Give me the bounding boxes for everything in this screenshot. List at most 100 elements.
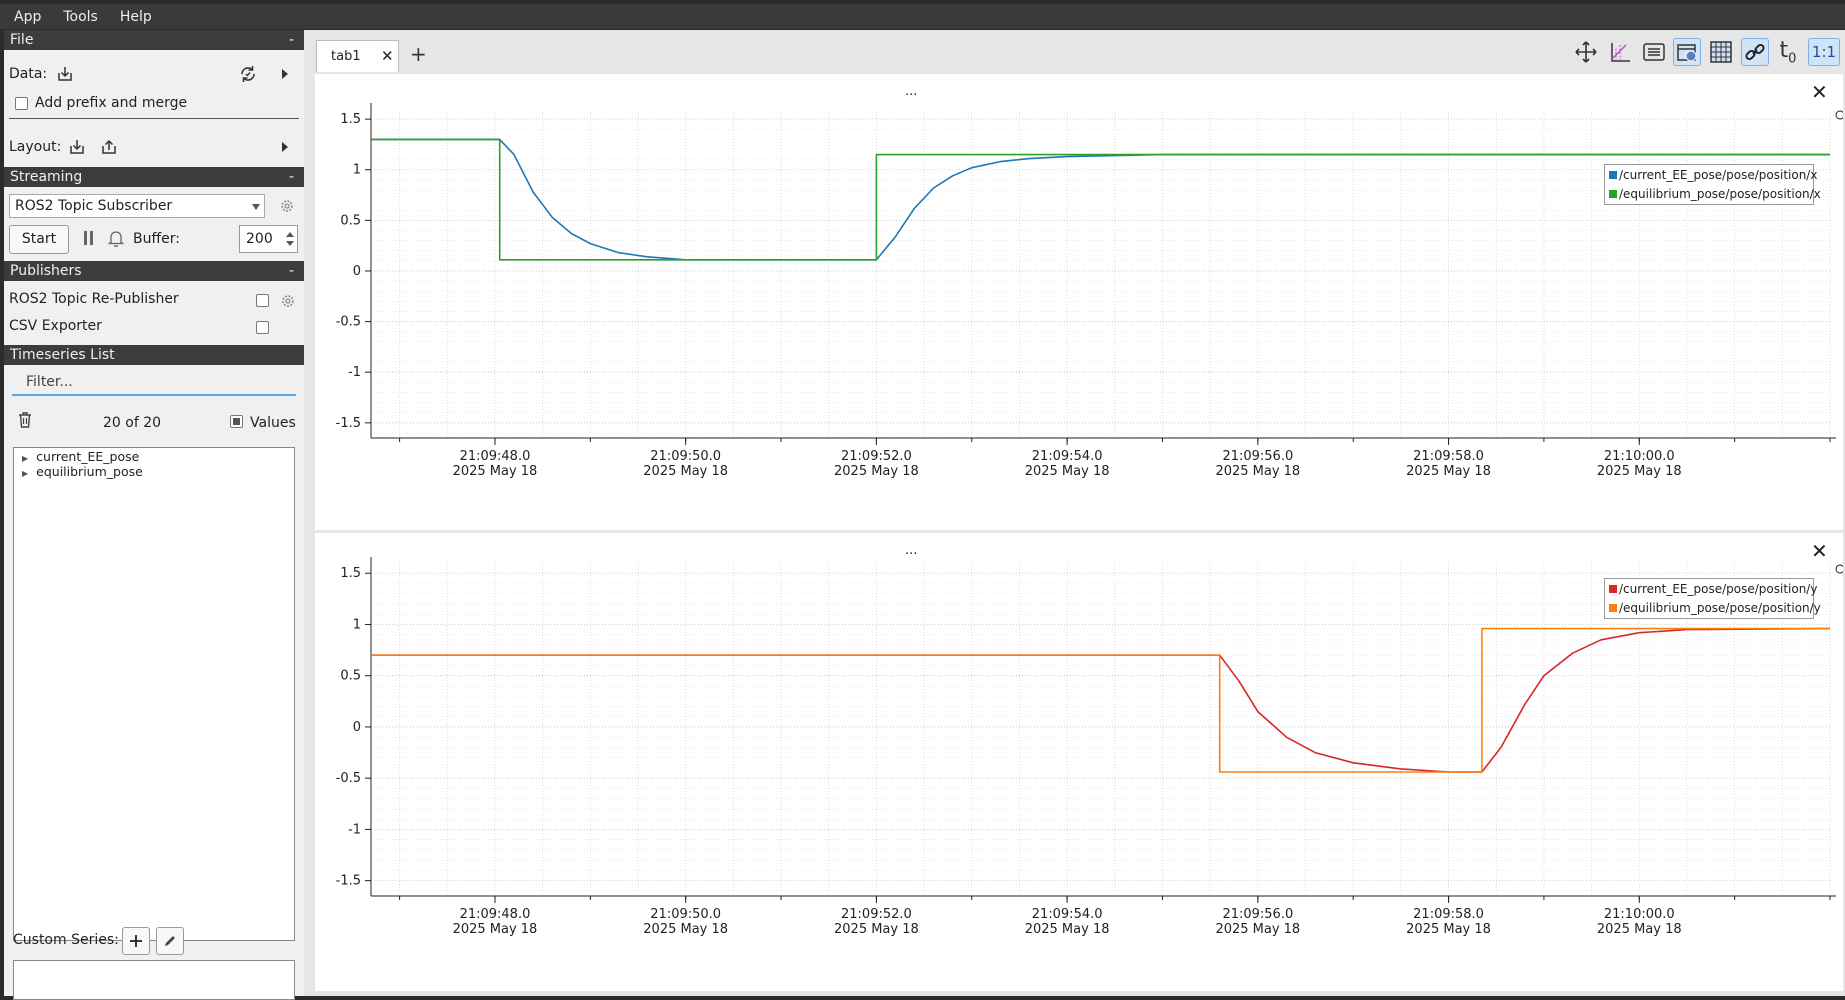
y-tick-label: 1.5 [340, 112, 361, 127]
x-tick-label: 21:09:48.0 [460, 449, 531, 464]
add-prefix-checkbox[interactable] [15, 97, 28, 110]
menu-app[interactable]: App [0, 9, 49, 25]
x-tick-date-label: 2025 May 18 [1406, 922, 1491, 937]
x-tick-date-label: 2025 May 18 [834, 922, 919, 937]
publishers-section-title: Publishers [10, 263, 82, 279]
edit-custom-series-button[interactable] [156, 927, 184, 955]
legend-icon[interactable] [1640, 38, 1668, 66]
values-checkbox[interactable] [230, 415, 243, 428]
filter-input[interactable]: Filter... [12, 368, 296, 396]
collapse-icon[interactable]: - [289, 261, 294, 281]
pencil-icon [165, 936, 175, 946]
start-button[interactable]: Start [9, 225, 69, 254]
tab-label: tab1 [331, 49, 361, 64]
publishers-section-header[interactable]: Publishers - [4, 261, 304, 281]
gear-icon[interactable] [276, 195, 298, 217]
chevron-down-icon [252, 204, 260, 210]
ratio-1-1-icon[interactable]: 1:1 [1808, 38, 1840, 66]
legend-swatch [1609, 585, 1617, 593]
timeseries-section-header: Timeseries List [4, 345, 304, 365]
axis-ratio-icon[interactable] [1606, 38, 1634, 66]
republisher-checkbox[interactable] [256, 294, 269, 307]
x-tick-date-label: 2025 May 18 [1215, 464, 1300, 479]
x-tick-date-label: 2025 May 18 [643, 464, 728, 479]
plot-panel-1[interactable]: ... ✕ 1.5 1 0.5 0 -0.5 -1 -1.5 21:09:48.0 2025 M… [315, 74, 1843, 530]
menu-help[interactable]: Help [106, 9, 160, 25]
grid-icon[interactable] [1707, 38, 1735, 66]
gear-icon[interactable] [277, 290, 299, 312]
values-label: Values [250, 415, 296, 431]
expand-arrow-icon[interactable]: ▶ [22, 454, 28, 463]
resize-handle [1835, 564, 1843, 574]
plot-2-legend[interactable]: /current_EE_pose/pose/position/y /equili… [1604, 578, 1821, 619]
tab-tab1[interactable]: tab1 ✕ [316, 40, 399, 72]
tree-item-current-ee-pose[interactable]: ▶ current_EE_pose [22, 449, 139, 464]
x-tick-date-label: 2025 May 18 [1025, 922, 1110, 937]
x-tick-label: 21:09:52.0 [841, 449, 912, 464]
menu-tools[interactable]: Tools [49, 9, 106, 25]
collapse-icon[interactable]: - [289, 30, 294, 50]
pause-icon[interactable] [78, 227, 100, 249]
custom-series-list[interactable] [13, 960, 295, 1000]
streaming-section-header[interactable]: Streaming - [4, 167, 304, 187]
plot-panel-2[interactable]: ... ✕ 1.5 1 0.5 0 -0.5 -1 -1.5 21:09:48.0 2025 M… [315, 533, 1843, 991]
timeseries-tree[interactable]: ▶ current_EE_pose ▶ equilibrium_pose [13, 447, 295, 941]
republisher-label: ROS2 Topic Re-Publisher [9, 291, 179, 307]
y-tick-label: 1.5 [340, 566, 361, 581]
x-tick-label: 21:09:52.0 [841, 907, 912, 922]
load-layout-icon[interactable] [66, 136, 88, 158]
series-line [371, 627, 1831, 773]
streaming-source-select[interactable]: ROS2 Topic Subscriber [9, 194, 265, 218]
bell-icon[interactable] [105, 227, 127, 249]
x-tick-label: 21:09:54.0 [1032, 907, 1103, 922]
plot-1-legend[interactable]: /current_EE_pose/pose/position/x /equili… [1604, 164, 1821, 205]
x-tick-label: 21:09:58.0 [1413, 449, 1484, 464]
save-layout-icon[interactable] [98, 136, 120, 158]
timeseries-section-title: Timeseries List [10, 347, 115, 363]
add-custom-series-button[interactable] [122, 927, 150, 955]
buffer-spinbox[interactable]: 200 [239, 225, 298, 253]
series-line [371, 627, 1830, 773]
file-section-title: File [10, 32, 34, 48]
data-label: Data: [9, 66, 48, 82]
close-tab-icon[interactable]: ✕ [381, 47, 394, 65]
layout-expand-arrow-icon[interactable] [274, 136, 296, 158]
x-tick-label: 21:09:54.0 [1032, 449, 1103, 464]
y-tick-label: -1.5 [336, 416, 361, 431]
resize-handle [1835, 110, 1843, 120]
expand-arrow-icon[interactable]: ▶ [22, 469, 28, 478]
sidebar: File - Data: Add prefix and merge Layout… [4, 30, 304, 1000]
plot-1-chart[interactable]: 1.510.50-0.5-1-1.521:09:48.02025 May 182… [315, 74, 1843, 530]
legend-item[interactable]: /equilibrium_pose/pose/position/x [1609, 187, 1821, 201]
link-icon[interactable] [1741, 38, 1769, 66]
collapse-icon[interactable]: - [289, 167, 294, 187]
y-tick-label: 0 [353, 264, 361, 279]
x-tick-label: 21:09:56.0 [1222, 907, 1293, 922]
series-count: 20 of 20 [103, 415, 162, 431]
expand-arrow-icon[interactable] [274, 63, 296, 85]
reload-icon[interactable] [237, 63, 259, 85]
x-tick-date-label: 2025 May 18 [453, 922, 538, 937]
t0-icon[interactable]: t0 [1774, 38, 1802, 66]
csv-exporter-checkbox[interactable] [256, 321, 269, 334]
tree-item-equilibrium-pose[interactable]: ▶ equilibrium_pose [22, 464, 143, 479]
import-data-icon[interactable] [54, 63, 76, 85]
y-tick-label: -1.5 [336, 874, 361, 889]
legend-swatch [1609, 171, 1617, 179]
buffer-value: 200 [246, 231, 273, 247]
legend-label: /current_EE_pose/pose/position/y [1619, 582, 1818, 596]
add-prefix-label: Add prefix and merge [35, 95, 188, 111]
legend-item[interactable]: /current_EE_pose/pose/position/x [1609, 168, 1817, 182]
add-tab-icon[interactable]: + [410, 42, 427, 66]
move-icon[interactable] [1572, 38, 1600, 66]
custom-series-label: Custom Series: [13, 932, 119, 948]
y-tick-label: -1 [348, 822, 361, 837]
legend-item[interactable]: /current_EE_pose/pose/position/y [1609, 582, 1817, 596]
t0-label: t0 [1779, 37, 1797, 67]
legend-item[interactable]: /equilibrium_pose/pose/position/y [1609, 601, 1821, 615]
y-tick-label: 1 [353, 163, 361, 178]
file-section-header[interactable]: File - [4, 30, 304, 50]
trash-icon[interactable] [14, 409, 36, 431]
x-tick-date-label: 2025 May 18 [1215, 922, 1300, 937]
time-window-icon[interactable] [1673, 38, 1701, 66]
